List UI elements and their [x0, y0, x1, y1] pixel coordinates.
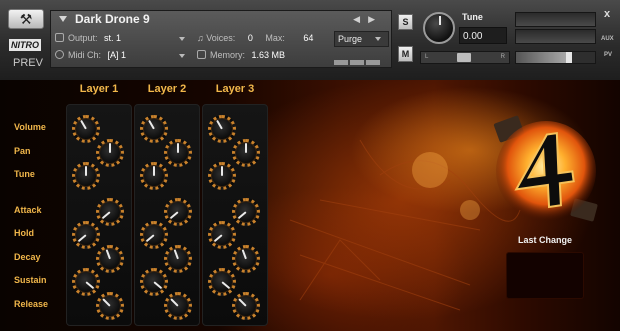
instrument-nav-arrows[interactable]: ◀▶ — [353, 14, 383, 25]
param-label-attack: Attack — [14, 205, 42, 215]
pan-slider[interactable]: L R — [420, 51, 510, 64]
output-label: Output: — [68, 33, 98, 43]
midi-row[interactable]: Midi Ch: [A] 1 — [55, 48, 126, 63]
layer-3-sustain-knob[interactable] — [208, 268, 236, 296]
memory-value: 1.63 MB — [251, 50, 286, 60]
instrument-info-panel: Dark Drone 9 ◀▶ Output: st. 1 Midi Ch: [… — [50, 10, 392, 68]
layer-2-decay-knob[interactable] — [164, 245, 192, 273]
layer-3-attack-knob[interactable] — [232, 198, 260, 226]
pan-left-label: L — [425, 54, 429, 60]
tune-value[interactable]: 0.00 — [459, 27, 507, 44]
layer-1-release-knob[interactable] — [96, 292, 124, 320]
memory-icon — [197, 50, 206, 59]
aux-button[interactable]: AUX — [601, 36, 614, 42]
midi-icon — [55, 50, 64, 59]
max-label: Max: — [265, 33, 285, 43]
layer-1-hold-knob[interactable] — [72, 221, 100, 249]
param-label-decay: Decay — [14, 252, 41, 262]
midi-label: Midi Ch: — [68, 50, 102, 60]
layer-1-sustain-knob[interactable] — [72, 268, 100, 296]
layer-2-release-knob[interactable] — [164, 292, 192, 320]
volume-slider-handle[interactable] — [566, 52, 572, 63]
pan-slider-handle[interactable] — [457, 53, 471, 62]
nitro-logo: NITRO — [9, 39, 41, 51]
midi-value: [A] 1 — [107, 50, 127, 60]
prev-button[interactable]: PREV — [13, 57, 43, 69]
solo-button[interactable]: S — [398, 14, 413, 30]
midi-dropdown-icon[interactable] — [179, 54, 185, 58]
instrument-name-row: Dark Drone 9 ◀▶ — [51, 11, 391, 30]
voices-row: ♫ Voices: 0 Max: 64 — [197, 31, 313, 46]
layer-3-release-knob[interactable] — [232, 292, 260, 320]
layer-2-attack-knob[interactable] — [164, 198, 192, 226]
param-label-volume: Volume — [14, 122, 46, 132]
memory-label: Memory: — [210, 50, 246, 60]
close-button[interactable]: x — [604, 8, 610, 20]
layer-2-volume-knob[interactable] — [140, 115, 168, 143]
instrument-header: ⚒ NITRO PREV Dark Drone 9 ◀▶ Output: st.… — [0, 0, 620, 81]
layer-3-decay-knob[interactable] — [232, 245, 260, 273]
level-meter-right — [515, 29, 596, 44]
layer-1-attack-knob[interactable] — [96, 198, 124, 226]
layer-2-sustain-knob[interactable] — [140, 268, 168, 296]
layer-3-title: Layer 3 — [215, 83, 255, 95]
output-row[interactable]: Output: st. 1 — [55, 31, 121, 46]
volume-slider-fill — [516, 52, 568, 63]
layer-1-volume-knob[interactable] — [72, 115, 100, 143]
param-label-pan: Pan — [14, 146, 31, 156]
param-label-sustain: Sustain — [14, 275, 47, 285]
last-change-title: Last Change — [517, 235, 572, 245]
tune-label: Tune — [462, 12, 483, 22]
pv-button[interactable]: PV — [604, 52, 612, 58]
level-meter-left — [515, 12, 596, 27]
param-label-hold: Hold — [14, 228, 34, 238]
layer-2-hold-knob[interactable] — [140, 221, 168, 249]
purge-indicators — [334, 52, 386, 65]
layer-2-tune-knob[interactable] — [140, 162, 168, 190]
layer-3-tune-knob[interactable] — [208, 162, 236, 190]
instrument-name: Dark Drone 9 — [75, 12, 150, 26]
volume-slider[interactable] — [515, 51, 596, 64]
instrument-panel: Layer 1 Layer 2 Layer 3 Volume Pan Tune … — [0, 80, 620, 331]
output-dropdown-icon[interactable] — [179, 37, 185, 41]
layer-3-pan-knob[interactable] — [232, 139, 260, 167]
layer-1-pan-knob[interactable] — [96, 139, 124, 167]
pan-right-label: R — [500, 54, 505, 60]
layer-3-volume-knob[interactable] — [208, 115, 236, 143]
purge-label: Purge — [338, 34, 363, 44]
param-label-release: Release — [14, 299, 49, 309]
voices-icon: ♫ — [197, 33, 204, 43]
layer-2-pan-knob[interactable] — [164, 139, 192, 167]
memory-row: Memory: 1.63 MB — [197, 48, 285, 63]
layer-1-decay-knob[interactable] — [96, 245, 124, 273]
purge-dropdown-icon[interactable] — [375, 37, 381, 41]
dropdown-arrow-icon[interactable] — [59, 16, 67, 22]
last-change-display — [506, 252, 584, 299]
param-label-tune: Tune — [14, 169, 35, 179]
layer-1-tune-knob[interactable] — [72, 162, 100, 190]
voices-value: 0 — [247, 33, 253, 43]
max-value[interactable]: 64 — [303, 33, 313, 43]
mute-button[interactable]: M — [398, 46, 413, 62]
layer-3-hold-knob[interactable] — [208, 221, 236, 249]
tune-knob[interactable] — [423, 12, 455, 44]
output-value: st. 1 — [104, 33, 122, 43]
wrench-icon[interactable]: ⚒ — [8, 9, 44, 29]
layer-1-title: Layer 1 — [79, 83, 119, 95]
layer-2-title: Layer 2 — [147, 83, 187, 95]
flame-badge-logo — [493, 115, 598, 222]
output-icon — [55, 33, 64, 42]
voices-label: Voices: — [206, 33, 236, 43]
instrument-window: ⚒ NITRO PREV Dark Drone 9 ◀▶ Output: st.… — [0, 0, 620, 331]
